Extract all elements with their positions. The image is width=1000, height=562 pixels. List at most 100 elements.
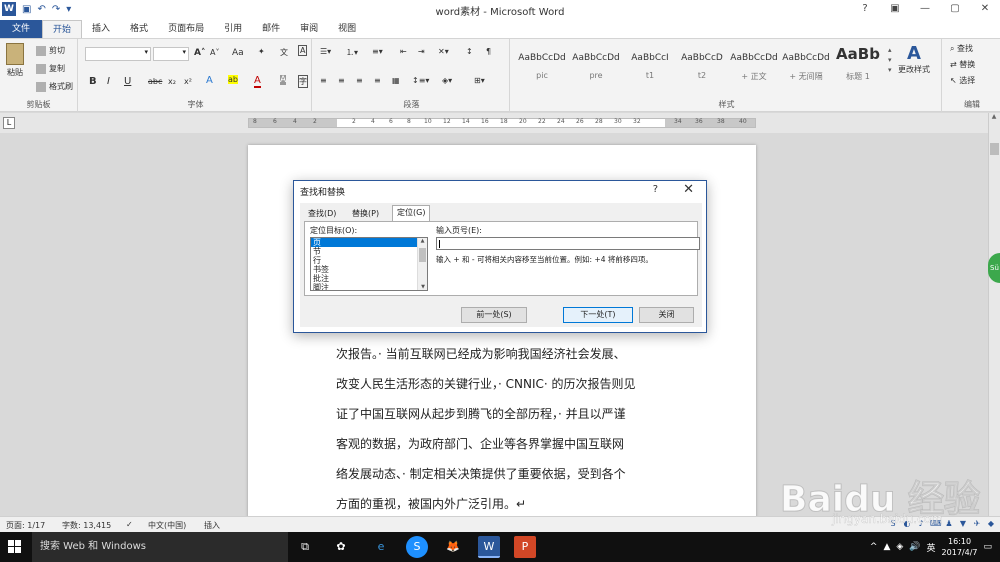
phonetic-guide-icon[interactable]: 文 <box>280 47 288 58</box>
list-item[interactable]: 批注 <box>311 274 427 283</box>
justify-icon[interactable]: ≡ <box>374 76 381 85</box>
page-count[interactable]: 页面: 1/17 <box>6 520 45 531</box>
vertical-scrollbar[interactable]: ▲ <box>988 113 1000 516</box>
highlight-icon[interactable]: ab <box>228 75 238 84</box>
tab-references[interactable]: 引用 <box>214 20 252 38</box>
ime-icon[interactable]: S <box>888 519 898 529</box>
strikethrough-button[interactable]: abc <box>148 77 162 86</box>
paste-button[interactable]: 粘贴 <box>6 43 24 78</box>
tab-mailings[interactable]: 邮件 <box>252 20 290 38</box>
decrease-indent-icon[interactable]: ⇤ <box>400 47 407 56</box>
style-no-spacing[interactable]: AaBbCcDd + 无间隔 <box>780 43 832 93</box>
customize-qat-icon[interactable]: ▾ <box>66 4 71 15</box>
sogou-icon[interactable]: S <box>406 536 428 558</box>
text-effects-icon[interactable]: A <box>206 75 213 86</box>
font-name-combobox[interactable]: ▾ <box>85 47 151 61</box>
style-pre[interactable]: AaBbCcDd pre <box>570 43 622 93</box>
enclose-characters-icon[interactable]: 字 <box>298 75 308 88</box>
tray-icon[interactable]: ✈ <box>972 519 982 529</box>
subscript-button[interactable]: x₂ <box>168 77 176 86</box>
horizontal-ruler[interactable]: 8 6 4 2 2 4 6 8 10 12 14 16 18 20 22 24 … <box>248 118 756 128</box>
shrink-font-button[interactable]: A˅ <box>210 48 219 57</box>
proofing-icon[interactable]: ✓ <box>126 520 133 529</box>
style-normal[interactable]: AaBbCcDd + 正文 <box>728 43 780 93</box>
distributed-icon[interactable]: ▦ <box>392 76 400 85</box>
shading-icon[interactable]: ◈▾ <box>442 76 452 85</box>
clear-formatting-icon[interactable]: ✦ <box>258 47 265 56</box>
network-icon[interactable]: ◈ <box>896 542 903 552</box>
scroll-down-icon[interactable]: ▼ <box>418 284 427 290</box>
numbering-icon[interactable]: ⒈▾ <box>346 47 358 58</box>
character-border-icon[interactable]: A <box>298 45 308 56</box>
align-center-icon[interactable]: ≡ <box>338 76 345 85</box>
show-marks-icon[interactable]: ¶ <box>486 47 491 56</box>
bullets-icon[interactable]: ☰▾ <box>320 47 331 56</box>
tray-icon[interactable]: ◐ <box>902 519 912 529</box>
font-size-combobox[interactable]: ▾ <box>153 47 189 61</box>
dialog-help-button[interactable]: ? <box>653 184 658 195</box>
maximize-button[interactable]: ▢ <box>940 0 970 18</box>
goto-target-list[interactable]: 页 节 行 书签 批注 脚注 ▲ ▼ <box>310 237 428 291</box>
tray-icon[interactable]: ▼ <box>958 519 968 529</box>
windows-start-icon[interactable] <box>8 540 22 554</box>
word-taskbar-icon[interactable]: W <box>478 536 500 558</box>
volume-icon[interactable]: 🔊 <box>909 542 920 552</box>
format-painter-button[interactable]: 格式刷 <box>36 81 73 92</box>
select-button[interactable]: ↖ 选择 <box>950 75 975 86</box>
scroll-up-icon[interactable]: ▲ <box>989 113 999 123</box>
task-view-icon[interactable]: ⧉ <box>294 536 316 558</box>
word-count[interactable]: 字数: 13,415 <box>62 520 111 531</box>
list-scrollbar[interactable]: ▲ ▼ <box>417 238 427 290</box>
borders-icon[interactable]: ⊞▾ <box>474 76 485 85</box>
insert-mode[interactable]: 插入 <box>204 520 220 531</box>
list-scrollbar-thumb[interactable] <box>419 248 426 262</box>
firefox-icon[interactable]: 🦊 <box>442 536 464 558</box>
language-indicator[interactable]: 中文(中国) <box>148 520 186 531</box>
tab-home[interactable]: 开始 <box>42 20 83 38</box>
list-item[interactable]: 页 <box>311 238 427 247</box>
tab-page-layout[interactable]: 页面布局 <box>158 20 214 38</box>
action-center-icon[interactable]: ▭ <box>983 542 992 552</box>
notification-icon[interactable]: ▲ <box>883 542 890 552</box>
undo-icon[interactable]: ↶ <box>37 4 45 15</box>
save-icon[interactable]: ▣ <box>22 4 31 15</box>
style-t2[interactable]: AaBbCcD t2 <box>676 43 728 93</box>
chinese-layout-icon[interactable]: ✕▾ <box>438 47 449 56</box>
scrollbar-thumb[interactable] <box>990 143 999 155</box>
help-button[interactable]: ? <box>850 0 880 18</box>
styles-scroll-icon[interactable]: ▴ ▾ ▾ <box>888 45 892 75</box>
underline-button[interactable]: U <box>124 76 131 87</box>
copy-button[interactable]: 复制 <box>36 63 65 74</box>
app-icon[interactable]: ✿ <box>330 536 352 558</box>
tab-format[interactable]: 格式 <box>120 20 158 38</box>
superscript-button[interactable]: x² <box>184 77 192 86</box>
character-shading-icon[interactable]: A <box>280 75 287 85</box>
list-item[interactable]: 书签 <box>311 265 427 274</box>
show-hidden-icon[interactable]: ^ <box>870 542 878 552</box>
tab-replace[interactable]: 替换(P) <box>348 207 383 221</box>
list-item[interactable]: 节 <box>311 247 427 256</box>
side-badge[interactable]: Sü <box>988 253 1000 283</box>
increase-indent-icon[interactable]: ⇥ <box>418 47 425 56</box>
tray-icon[interactable]: ♟ <box>944 519 954 529</box>
clock[interactable]: 16:10 2017/4/7 <box>942 536 978 558</box>
style-heading-1[interactable]: AaBb 标题 1 <box>832 43 884 93</box>
cut-button[interactable]: 剪切 <box>36 45 65 56</box>
taskbar-search[interactable]: 搜索 Web 和 Windows <box>32 532 288 562</box>
tab-view[interactable]: 视图 <box>328 20 366 38</box>
next-button[interactable]: 下一处(T) <box>563 307 633 323</box>
edge-icon[interactable]: e <box>370 536 392 558</box>
multilevel-list-icon[interactable]: ≡▾ <box>372 47 383 56</box>
tab-find[interactable]: 查找(D) <box>304 207 340 221</box>
change-case-button[interactable]: Aa <box>232 48 244 58</box>
tab-insert[interactable]: 插入 <box>82 20 120 38</box>
redo-icon[interactable]: ↷ <box>52 4 60 15</box>
input-language[interactable]: 英 <box>927 541 936 554</box>
grow-font-button[interactable]: A˄ <box>194 48 205 58</box>
page-number-input[interactable] <box>436 237 700 250</box>
dialog-close-icon[interactable]: ✕ <box>683 182 694 197</box>
replace-button[interactable]: ⇄ 替换 <box>950 59 975 70</box>
close-button[interactable]: ✕ <box>970 0 1000 18</box>
tab-goto[interactable]: 定位(G) <box>392 205 431 221</box>
style-t1[interactable]: AaBbCcI t1 <box>624 43 676 93</box>
